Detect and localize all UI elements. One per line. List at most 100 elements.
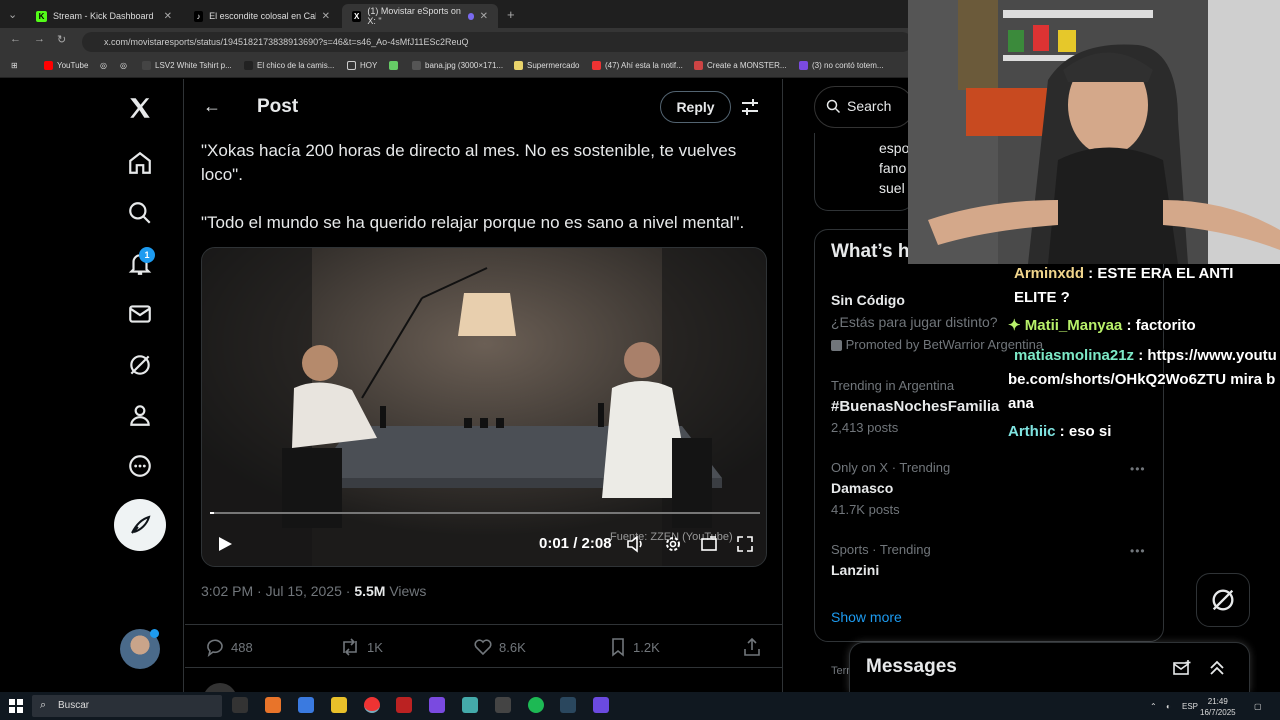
like-action[interactable]: 8.6K	[473, 637, 526, 657]
globe-icon[interactable]: ◎	[120, 61, 127, 70]
trend-title[interactable]: Lanzini	[831, 562, 879, 578]
close-tab-icon[interactable]: ✕	[480, 11, 488, 22]
reply-action[interactable]: 488	[205, 637, 253, 657]
spotify-icon[interactable]	[528, 697, 544, 713]
compose-post-button[interactable]	[114, 499, 166, 551]
windows-start-icon[interactable]	[9, 699, 23, 713]
post-meta: 3:02 PM · Jul 15, 2025 · 5.5M Views	[201, 583, 426, 599]
trend-title[interactable]: #BuenasNochesFamilia	[831, 398, 999, 415]
more-options-icon[interactable]: •••	[1130, 462, 1146, 476]
bookmark-action[interactable]: 1.2K	[609, 637, 660, 657]
fullscreen-icon[interactable]	[736, 535, 754, 553]
new-tab-button[interactable]: +	[507, 7, 515, 22]
back-arrow-icon[interactable]: ←	[203, 96, 221, 117]
notifications-icon[interactable]: ▢	[1254, 702, 1262, 711]
bookmark-label: (47) Ahí esta la notif...	[605, 61, 683, 70]
forward-icon[interactable]: →	[34, 33, 45, 45]
bookmark-lsv2[interactable]: LSV2 White Tshirt p...	[142, 61, 232, 70]
reply-button[interactable]: Reply	[660, 91, 731, 123]
app-icon[interactable]	[462, 697, 478, 713]
video-progress-bar[interactable]	[210, 512, 760, 514]
back-icon[interactable]: ←	[10, 33, 21, 45]
app-icon[interactable]	[495, 697, 511, 713]
bookmark-label: (3) no contó totem...	[812, 61, 884, 70]
messages-drawer[interactable]: Messages	[849, 642, 1250, 692]
file-explorer-icon[interactable]	[331, 697, 347, 713]
bookmark-misc[interactable]	[389, 61, 398, 70]
grok-button[interactable]	[1196, 573, 1250, 627]
next-reply-avatar[interactable]	[203, 683, 237, 692]
url-input[interactable]: x.com/movistaresports/status/19451821738…	[82, 32, 912, 52]
chrome-icon[interactable]	[364, 697, 380, 713]
voicemeeter-icon[interactable]	[396, 697, 412, 713]
x-logo-icon[interactable]	[126, 94, 154, 122]
webcam-frame	[908, 0, 1280, 264]
chevron-up-icon[interactable]: ⌃	[1150, 702, 1157, 711]
profile-icon[interactable]	[126, 401, 154, 429]
tab-kick[interactable]: K Stream - Kick Dashboard ✕	[26, 4, 182, 28]
globe-icon[interactable]: ◎	[100, 61, 107, 70]
bookmark-label: Supermercado	[527, 61, 580, 70]
bookmark-totem[interactable]: (3) no contó totem...	[799, 61, 884, 70]
bookmark-hoy[interactable]: HOY	[347, 61, 377, 70]
close-tab-icon[interactable]: ✕	[322, 11, 330, 22]
more-icon[interactable]	[126, 452, 154, 480]
reload-icon[interactable]: ↻	[57, 33, 66, 46]
taskbar-clock[interactable]: 21:49 16/7/2025	[1200, 696, 1236, 718]
picture-in-picture-icon[interactable]	[700, 535, 718, 553]
url-text: x.com/movistaresports/status/19451821738…	[104, 37, 469, 47]
globe-icon	[412, 61, 421, 70]
close-tab-icon[interactable]: ✕	[164, 11, 172, 22]
apps-icon[interactable]: ⊞	[11, 61, 18, 70]
bookmark-youtube[interactable]: YouTube	[44, 61, 88, 70]
discord-icon[interactable]	[593, 697, 609, 713]
post-timestamp[interactable]: 3:02 PM · Jul 15, 2025 ·	[201, 583, 354, 599]
repost-action[interactable]: 1K	[339, 637, 383, 657]
terms-link[interactable]: Terms	[831, 665, 851, 677]
share-action[interactable]	[742, 637, 762, 657]
language-indicator[interactable]: ESP	[1182, 702, 1198, 711]
tab-label: El escondite colosal en Call of D	[209, 11, 316, 21]
post-actions: 488 1K 8.6K 1.2K	[185, 624, 782, 664]
chevron-up-icon[interactable]	[1208, 658, 1226, 676]
video-player[interactable]: Fuente: ZZEN (YouTube) 0:01 / 2:08	[201, 247, 767, 567]
stream-chat: Arminxdd : ESTE ERA EL ANTI ELITE ? ✦ Ma…	[1008, 262, 1280, 444]
show-more-link[interactable]: Show more	[831, 609, 902, 625]
volume-icon[interactable]	[626, 535, 646, 553]
app-icon[interactable]	[429, 697, 445, 713]
bookmark-bana[interactable]: bana.jpg (3000×171...	[412, 61, 503, 70]
views-count: 5.5M	[354, 583, 386, 599]
grok-icon[interactable]	[126, 351, 154, 379]
task-view-icon[interactable]	[232, 697, 248, 713]
messages-icon[interactable]	[126, 300, 154, 328]
play-icon[interactable]	[216, 535, 234, 553]
x-left-nav	[0, 79, 184, 692]
new-message-icon[interactable]	[1172, 659, 1192, 677]
trend-context: Only on X · Trending	[831, 460, 951, 475]
network-icon[interactable]: ◐	[1166, 702, 1171, 711]
sliders-icon[interactable]	[740, 97, 760, 117]
views-label: Views	[385, 583, 427, 599]
bookmark-notif[interactable]: (47) Ahí esta la notif...	[592, 61, 683, 70]
bookmark-label: HOY	[360, 61, 378, 70]
search-icon[interactable]	[126, 199, 154, 227]
taskbar-search[interactable]: Buscar	[32, 695, 222, 717]
trend-title[interactable]: Damasco	[831, 480, 893, 496]
feather-icon	[131, 515, 151, 534]
copilot-icon[interactable]	[298, 697, 314, 713]
bookmark-monster[interactable]: Create a MONSTER...	[694, 61, 787, 70]
vlc-icon[interactable]	[265, 697, 281, 713]
settings-gear-icon[interactable]	[664, 535, 682, 553]
tab-x-post[interactable]: X (1) Movistar eSports on X: " ✕	[342, 4, 498, 28]
page-icon	[694, 61, 703, 70]
home-icon[interactable]	[126, 149, 154, 177]
bookmark-chico[interactable]: El chico de la camis...	[244, 61, 334, 70]
bookmark-supermercado[interactable]: Supermercado	[514, 61, 579, 70]
more-options-icon[interactable]: •••	[1130, 544, 1146, 558]
tab-list-icon[interactable]: ⌄	[8, 8, 17, 21]
steam-icon[interactable]	[560, 697, 576, 713]
trend-title[interactable]: Sin Código	[831, 292, 905, 308]
peek-text: fano	[879, 160, 907, 176]
post-text-quote-1: "Xokas hacía 200 horas de directo al mes…	[201, 141, 737, 184]
tab-youtube-video[interactable]: ♪ El escondite colosal en Call of D ✕	[184, 4, 340, 28]
